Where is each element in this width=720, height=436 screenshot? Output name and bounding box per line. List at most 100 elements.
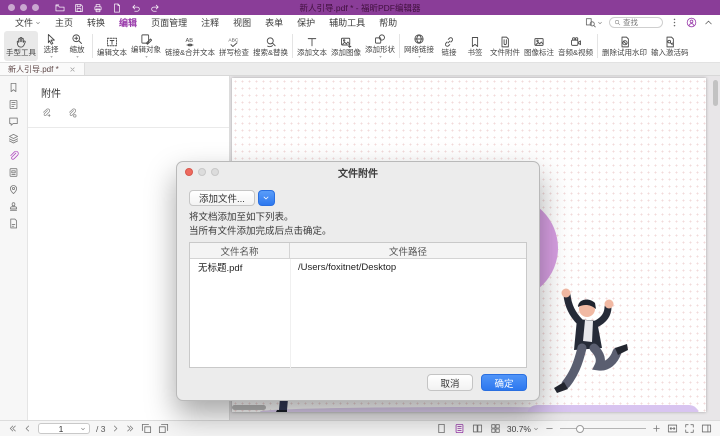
previous-view-button[interactable] — [141, 423, 152, 434]
menu-item[interactable]: 注释 — [194, 16, 226, 29]
menu-item[interactable]: 视图 — [226, 16, 258, 29]
page-quad-icon[interactable] — [490, 423, 501, 434]
toolbar-select-button[interactable]: 选择 — [38, 31, 64, 61]
attach-settings-icon[interactable] — [67, 108, 77, 118]
menu-item[interactable]: 文件 — [8, 16, 48, 29]
toolbar-video-button[interactable]: 音频&视频 — [556, 31, 595, 61]
caret-down-icon — [533, 426, 539, 432]
menu-item[interactable]: 保护 — [290, 16, 322, 29]
dialog-title: 文件附件 — [177, 165, 539, 180]
table-header: 文件名称文件路径 — [190, 243, 526, 259]
dialog-hint-2: 当所有文件添加完成后点击确定。 — [189, 226, 527, 237]
toolbar-edit-object-button[interactable]: 编辑对象 — [129, 31, 163, 61]
zoom-value: 30.7% — [507, 424, 531, 434]
close-tab-icon[interactable] — [69, 66, 76, 73]
search-box[interactable] — [609, 17, 663, 28]
menu-item[interactable]: 帮助 — [372, 16, 404, 29]
doc-icon[interactable] — [112, 3, 122, 13]
fit-width-button[interactable] — [667, 423, 678, 434]
file-path-cell: /Users/foxitnet/Desktop — [290, 262, 404, 273]
menu-item[interactable]: 编辑 — [112, 16, 144, 29]
fullscreen-button[interactable] — [684, 423, 695, 434]
add-file-dropdown-button[interactable] — [258, 190, 275, 206]
add-shape-icon — [374, 33, 386, 45]
toolbar-web-link-button[interactable]: 网络链接 — [402, 31, 436, 61]
video-icon — [570, 36, 582, 48]
page-facing-icon[interactable] — [472, 423, 483, 434]
menu-item[interactable]: 页面管理 — [144, 16, 194, 29]
page-total: / 3 — [96, 424, 105, 434]
horizontal-scrollbar[interactable] — [232, 405, 266, 410]
document-tab[interactable]: 新人引导.pdf * — [0, 63, 85, 75]
nav-sidebar-item[interactable] — [3, 198, 25, 215]
toolbar-hand-button[interactable]: 手型工具 — [4, 31, 38, 61]
menu-item[interactable]: 主页 — [48, 16, 80, 29]
vertical-scrollbar-thumb[interactable] — [713, 80, 718, 106]
vertical-scrollbar[interactable] — [712, 78, 719, 410]
toolbar-remove-watermark-button[interactable]: 删除试用水印 — [600, 31, 649, 61]
minimize-button[interactable] — [20, 4, 27, 11]
zoom-in-button[interactable] — [652, 424, 661, 433]
redo-icon[interactable] — [150, 3, 160, 13]
toolbar-link-text-button[interactable]: AB 链接&合并文本 — [163, 31, 217, 61]
close-button[interactable] — [8, 4, 15, 11]
nav-sidebar-item[interactable] — [3, 147, 25, 164]
open-icon[interactable] — [55, 3, 65, 13]
menu-item[interactable]: 表单 — [258, 16, 290, 29]
next-page-button[interactable] — [111, 424, 120, 433]
next-view-button[interactable] — [158, 423, 169, 434]
toolbar-spell-check-button[interactable]: ABC 拼写检查 — [217, 31, 251, 61]
page-continuous-icon[interactable] — [454, 423, 465, 434]
find-replace-button[interactable] — [585, 17, 603, 28]
menu-item[interactable]: 辅助工具 — [322, 16, 372, 29]
cancel-button[interactable]: 取消 — [427, 374, 473, 391]
print-icon[interactable] — [93, 3, 103, 13]
more-options-button[interactable] — [669, 17, 680, 28]
toolbar-bookmark-button[interactable]: 书签 — [462, 31, 488, 61]
search-input[interactable] — [623, 18, 658, 27]
undo-icon[interactable] — [131, 3, 141, 13]
zoom-out-button[interactable] — [545, 424, 554, 433]
page-single-icon[interactable] — [436, 423, 447, 434]
nav-sidebar-item[interactable] — [3, 215, 25, 232]
maximize-button[interactable] — [32, 4, 39, 11]
nav-sidebar-item[interactable] — [3, 113, 25, 130]
table-row[interactable]: 无标题.pdf /Users/foxitnet/Desktop — [190, 259, 526, 275]
toolbar-zoom-button[interactable]: 缩放 — [64, 31, 90, 61]
page-number-input[interactable] — [42, 424, 80, 434]
collapse-toolbar-button[interactable] — [703, 17, 714, 28]
nav-sidebar-item[interactable] — [3, 164, 25, 181]
ok-button[interactable]: 确定 — [481, 374, 527, 391]
attach-open-icon[interactable] — [41, 108, 51, 118]
zoom-slider[interactable] — [560, 424, 646, 434]
account-avatar[interactable] — [686, 17, 697, 28]
toolbar-file-attach-button[interactable]: 文件附件 — [488, 31, 522, 61]
dialog-close-button[interactable] — [185, 168, 193, 176]
read-mode-button[interactable] — [701, 423, 712, 434]
first-page-button[interactable] — [8, 424, 17, 433]
previous-page-button[interactable] — [23, 424, 32, 433]
nav-sidebar-item[interactable] — [3, 181, 25, 198]
save-icon[interactable] — [74, 3, 84, 13]
toolbar-activation-button[interactable]: 输入激活码 — [649, 31, 691, 61]
toolbar-add-text-button[interactable]: 添加文本 — [295, 31, 329, 61]
zoom-slider-knob[interactable] — [576, 425, 584, 433]
toolbar-add-shape-button[interactable]: 添加形状 — [363, 31, 397, 61]
toolbar-add-image-button[interactable]: 添加图像 — [329, 31, 363, 61]
nav-sidebar-item[interactable] — [3, 79, 25, 96]
page-number-box[interactable] — [38, 423, 90, 434]
nav-sidebar-item[interactable] — [3, 130, 25, 147]
menu-item-label: 转换 — [87, 16, 105, 29]
web-link-icon — [413, 33, 425, 45]
add-file-button[interactable]: 添加文件... — [189, 190, 255, 206]
nav-sidebar-item[interactable] — [3, 96, 25, 113]
toolbar-link-button[interactable]: 链接 — [436, 31, 462, 61]
table-column-header: 文件路径 — [290, 243, 526, 258]
zoom-level[interactable]: 30.7% — [507, 424, 539, 434]
toolbar-search-replace-button[interactable]: 搜索&替换 — [251, 31, 290, 61]
last-page-button[interactable] — [126, 424, 135, 433]
toolbar-image-annot-button[interactable]: 图像标注 — [522, 31, 556, 61]
toolbar-edit-text-button[interactable]: 编辑文本 — [95, 31, 129, 61]
menu-item[interactable]: 转换 — [80, 16, 112, 29]
svg-text:AB: AB — [186, 38, 194, 44]
